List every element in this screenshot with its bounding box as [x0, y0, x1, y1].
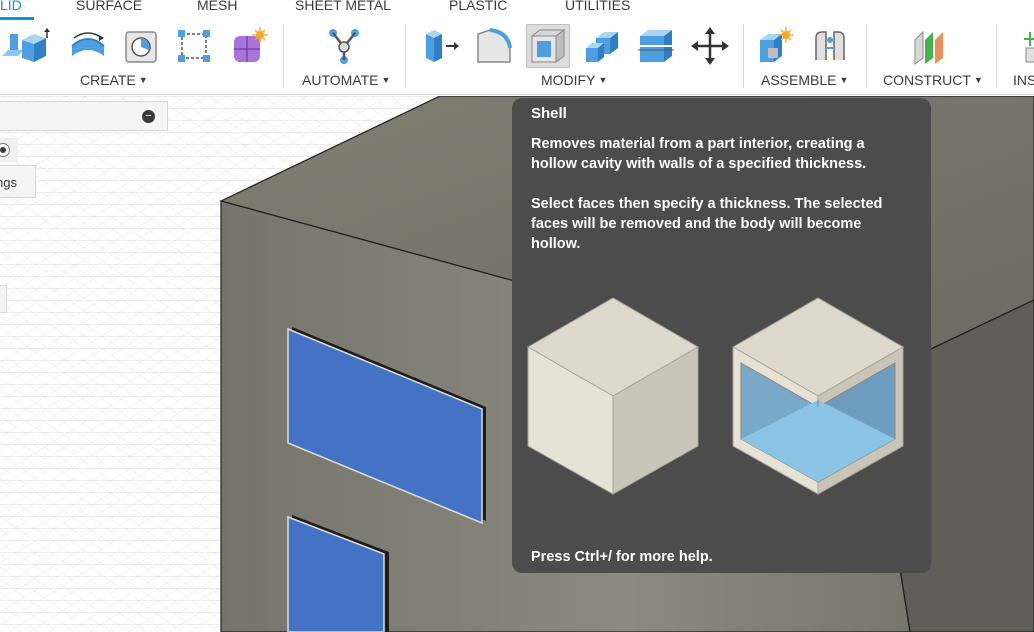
combine-icon [586, 32, 618, 62]
extrude-tool[interactable] [12, 24, 56, 68]
solid-cube-illustration [526, 297, 700, 495]
insert-label: INS [1013, 72, 1034, 88]
shell-icon [530, 29, 566, 63]
automate-tool[interactable] [322, 24, 366, 68]
form-icon [234, 27, 268, 62]
fillet-tool[interactable] [472, 24, 516, 68]
automate-menu[interactable]: AUTOMATE ▼ [302, 72, 390, 88]
modify-menu[interactable]: MODIFY ▼ [541, 72, 607, 88]
browser-item-label: ngs [0, 175, 17, 190]
tab-plastic[interactable]: PLASTIC [449, 0, 507, 13]
toolbar-divider [996, 24, 997, 88]
insert-menu[interactable]: INS [1013, 72, 1034, 88]
shell-tool[interactable] [526, 24, 570, 68]
chevron-down-icon: ▼ [973, 75, 983, 85]
toolbar: CREATE ▼ AUTOMATE ▼ MODIFY ▼ ASSEMBLE ▼ … [0, 20, 1034, 95]
joint-tool[interactable] [808, 24, 852, 68]
move-icon [691, 27, 729, 65]
tab-sheet-metal[interactable]: SHEET METAL [295, 0, 391, 13]
shell-tooltip: Shell Removes material from a part inter… [512, 98, 931, 573]
toolbar-divider [405, 24, 406, 88]
toolbar-divider [283, 24, 284, 88]
tab-utilities[interactable]: UTILITIES [565, 0, 630, 13]
automate-label: AUTOMATE [302, 72, 379, 88]
tooltip-description: Removes material from a part interior, c… [531, 136, 867, 172]
toolbar-divider [866, 24, 867, 88]
hollow-cube-illustration [731, 297, 905, 495]
hole-icon [125, 31, 157, 63]
toolbar-divider [743, 24, 744, 88]
tab-surface[interactable]: SURFACE [76, 0, 142, 13]
construct-label: CONSTRUCT [883, 72, 971, 88]
tooltip-instructions: Select faces then specify a thickness. T… [531, 196, 883, 252]
press-pull-icon [426, 30, 459, 62]
form-tool[interactable] [227, 24, 271, 68]
joint-icon [815, 31, 845, 60]
chevron-down-icon: ▼ [598, 75, 608, 85]
collapse-icon[interactable]: − [142, 110, 155, 123]
offset-plane-icon [914, 30, 943, 65]
move-tool[interactable] [688, 24, 732, 68]
new-component-icon [760, 27, 794, 62]
press-pull-tool[interactable] [418, 24, 462, 68]
workspace-tab-bar: LID SURFACE MESH SHEET METAL PLASTIC UTI… [0, 0, 1034, 20]
chevron-down-icon: ▼ [839, 75, 849, 85]
revolve-icon [71, 32, 105, 56]
create-menu[interactable]: CREATE ▼ [80, 72, 148, 88]
chevron-down-icon: ▼ [381, 75, 391, 85]
browser-item-settings[interactable]: ngs [0, 165, 36, 198]
offset-face-icon [638, 30, 674, 62]
sketch-icon [178, 30, 210, 62]
insert-icon [1024, 32, 1034, 63]
shell-illustration [526, 297, 905, 495]
fillet-icon [477, 28, 512, 63]
insert-tool[interactable] [1018, 24, 1034, 68]
chevron-down-icon: ▼ [138, 75, 148, 85]
new-component-tool[interactable] [754, 24, 798, 68]
tooltip-help-hint: Press Ctrl+/ for more help. [531, 549, 713, 565]
combine-tool[interactable] [580, 24, 624, 68]
assemble-label: ASSEMBLE [761, 72, 837, 88]
create-label: CREATE [80, 72, 136, 88]
automate-icon [329, 29, 359, 64]
offset-plane-tool[interactable] [907, 24, 951, 68]
offset-face-tool[interactable] [634, 24, 678, 68]
hole-tool[interactable] [120, 24, 164, 68]
assemble-menu[interactable]: ASSEMBLE ▼ [761, 72, 848, 88]
tooltip-title: Shell [531, 105, 567, 122]
side-tab[interactable] [0, 285, 7, 313]
sketch-tool[interactable] [172, 24, 216, 68]
construct-menu[interactable]: CONSTRUCT ▼ [883, 72, 983, 88]
modify-label: MODIFY [541, 72, 596, 88]
revolve-tool[interactable] [66, 24, 110, 68]
tab-mesh[interactable]: MESH [197, 0, 237, 13]
extrude-icon [22, 28, 50, 62]
tab-solid[interactable]: LID [0, 0, 22, 13]
